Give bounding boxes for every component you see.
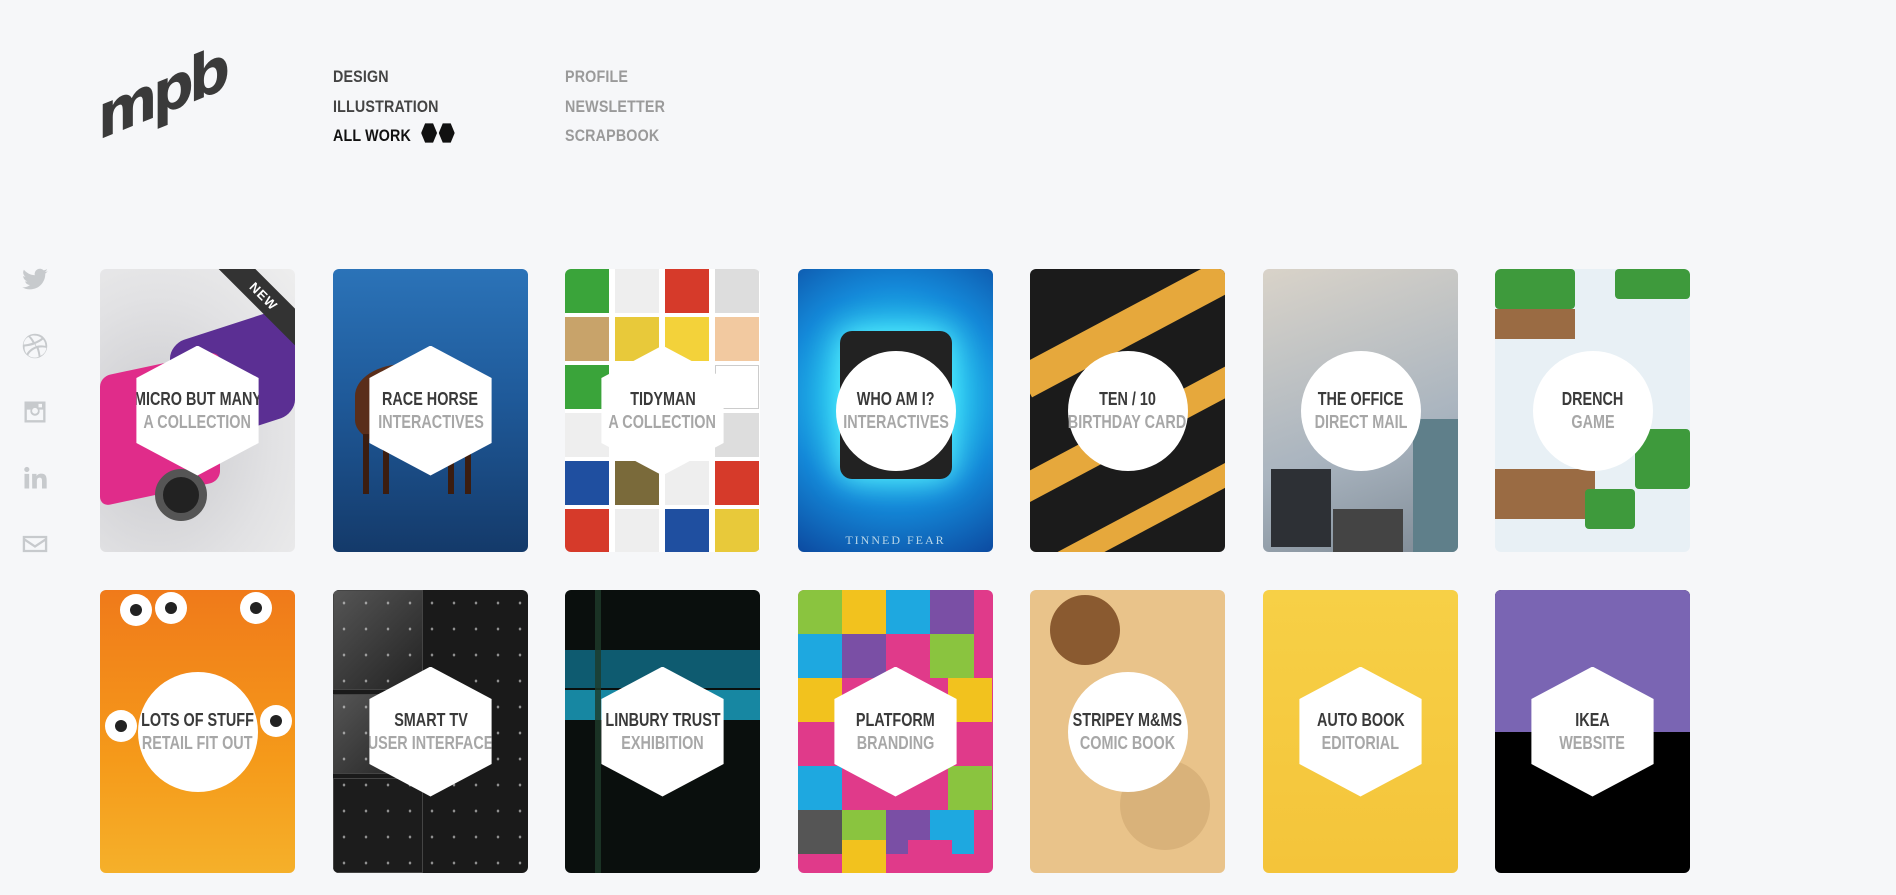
twitter-icon[interactable]: [19, 264, 51, 296]
project-title: SMART TV: [393, 709, 468, 730]
linkedin-icon[interactable]: [19, 462, 51, 494]
project-card-drench[interactable]: DRENCH GAME: [1495, 269, 1690, 552]
nav-link-design[interactable]: DESIGN: [333, 67, 389, 86]
project-category: EXHIBITION: [621, 732, 704, 753]
project-category: DIRECT MAIL: [1314, 411, 1407, 432]
nav-item-scrapbook: SCRAPBOOK: [565, 121, 665, 151]
project-title: THE OFFICE: [1317, 388, 1404, 409]
project-label: THE OFFICE DIRECT MAIL: [1300, 350, 1421, 471]
nav-item-all-work: ALL WORK: [333, 121, 455, 151]
project-card-ikea[interactable]: IKEA WEBSITE: [1495, 590, 1690, 873]
dribbble-icon[interactable]: [19, 330, 51, 362]
project-card-who-am-i[interactable]: TINNED FEAR WHO AM I? INTERACTIVES: [798, 269, 993, 552]
project-category: RETAIL FIT OUT: [142, 732, 253, 753]
nav-link-scrapbook[interactable]: SCRAPBOOK: [565, 126, 659, 145]
project-title: TEN / 10: [1099, 388, 1156, 409]
mail-icon[interactable]: [19, 528, 51, 560]
project-card-platform[interactable]: PLATFORM BRANDING: [798, 590, 993, 873]
project-category: INTERACTIVES: [377, 411, 484, 432]
primary-nav: DESIGN ILLUSTRATION ALL WORK: [333, 62, 478, 151]
project-card-lots-of-stuff[interactable]: LOTS OF STUFF RETAIL FIT OUT: [100, 590, 295, 873]
project-card-smart-tv[interactable]: SMART TV USER INTERFACE: [333, 590, 528, 873]
social-links: [19, 264, 51, 594]
logo-wordmark: mpb: [98, 30, 226, 155]
nav-link-illustration[interactable]: ILLUSTRATION: [333, 97, 439, 116]
project-category: WEBSITE: [1559, 732, 1626, 753]
project-caption: TINNED FEAR: [845, 533, 946, 547]
project-card-linbury-trust[interactable]: LINBURY TRUST EXHIBITION: [565, 590, 760, 873]
project-label: WHO AM I? INTERACTIVES: [835, 350, 956, 471]
project-title: RACE HORSE: [382, 388, 479, 409]
nav-item-profile: PROFILE: [565, 62, 665, 92]
project-category: GAME: [1570, 411, 1615, 432]
project-card-stripey-mms[interactable]: STRIPEY M&MS COMIC BOOK: [1030, 590, 1225, 873]
instagram-icon[interactable]: [19, 396, 51, 428]
project-title: LINBURY TRUST: [604, 709, 721, 730]
project-label: TEN / 10 BIRTHDAY CARD: [1067, 350, 1188, 471]
active-hexagons-icon: [421, 123, 455, 143]
project-title: LOTS OF STUFF: [141, 709, 254, 730]
project-title: WHO AM I?: [856, 388, 935, 409]
nav-link-newsletter[interactable]: NEWSLETTER: [565, 97, 665, 116]
project-category: INTERACTIVES: [842, 411, 949, 432]
project-card-race-horse[interactable]: RACE HORSE INTERACTIVES: [333, 269, 528, 552]
project-category: A COLLECTION: [143, 411, 252, 432]
project-card-the-office[interactable]: THE OFFICE DIRECT MAIL: [1263, 269, 1458, 552]
logo[interactable]: mpb: [98, 31, 225, 155]
project-card-micro-but-many[interactable]: NEW MICRO BUT MANY A COLLECTION: [100, 269, 295, 552]
project-card-ten-10[interactable]: TEN / 10 BIRTHDAY CARD: [1030, 269, 1225, 552]
project-category: EDITORIAL: [1321, 732, 1400, 753]
project-title: IKEA: [1575, 709, 1610, 730]
project-label: LOTS OF STUFF RETAIL FIT OUT: [137, 671, 258, 792]
nav-item-newsletter: NEWSLETTER: [565, 92, 665, 122]
nav-link-all-work[interactable]: ALL WORK: [333, 126, 411, 145]
project-category: USER INTERFACE: [367, 732, 494, 753]
project-category: A COLLECTION: [608, 411, 717, 432]
project-title: AUTO BOOK: [1316, 709, 1405, 730]
project-label: DRENCH GAME: [1532, 350, 1653, 471]
project-title: PLATFORM: [856, 709, 935, 730]
project-title: STRIPEY M&MS: [1072, 709, 1183, 730]
secondary-nav: PROFILE NEWSLETTER SCRAPBOOK: [565, 62, 684, 151]
project-card-auto-book[interactable]: AUTO BOOK EDITORIAL: [1263, 590, 1458, 873]
project-category: BRANDING: [856, 732, 935, 753]
project-category: BIRTHDAY CARD: [1068, 411, 1187, 432]
project-title: TIDYMAN: [629, 388, 696, 409]
nav-link-profile[interactable]: PROFILE: [565, 67, 628, 86]
nav-item-illustration: ILLUSTRATION: [333, 92, 455, 122]
project-label: STRIPEY M&MS COMIC BOOK: [1067, 671, 1188, 792]
project-title: DRENCH: [1561, 388, 1624, 409]
project-category: COMIC BOOK: [1079, 732, 1176, 753]
nav-item-design: DESIGN: [333, 62, 455, 92]
project-card-tidyman[interactable]: TIDYMAN A COLLECTION: [565, 269, 760, 552]
project-title: MICRO BUT MANY: [133, 388, 262, 409]
